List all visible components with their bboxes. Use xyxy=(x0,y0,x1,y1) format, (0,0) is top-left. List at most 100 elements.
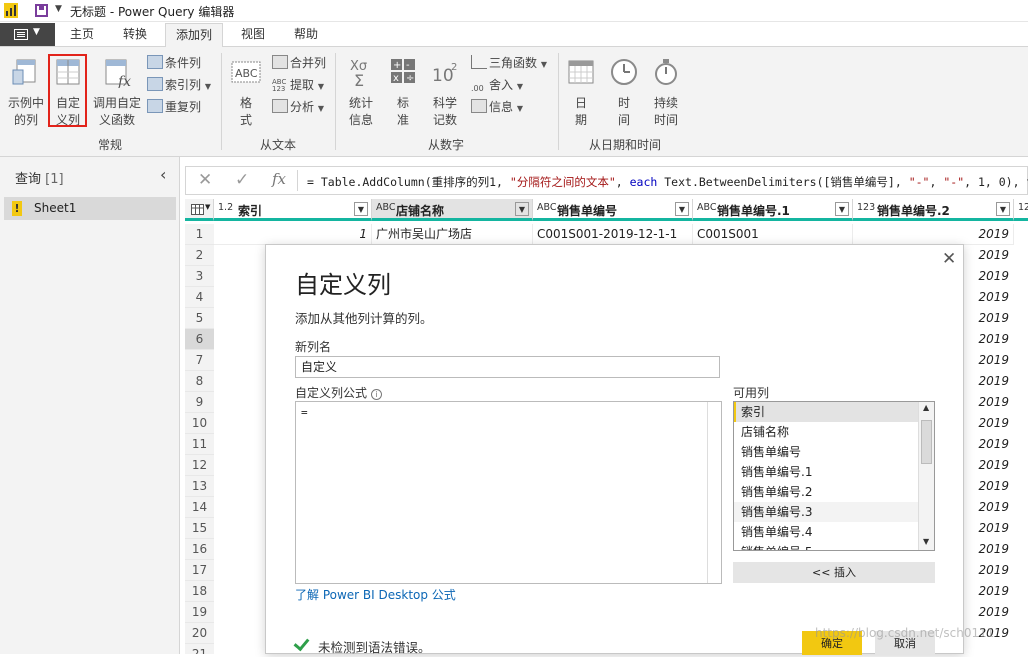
svg-text:+: + xyxy=(393,60,401,71)
tab-transform[interactable]: 转换 xyxy=(115,23,155,47)
row-number[interactable]: 7 xyxy=(185,350,214,371)
cancel-formula-icon[interactable]: ✕ xyxy=(198,170,212,190)
available-column-item[interactable]: 销售单编号.5 xyxy=(734,542,920,550)
available-column-item[interactable]: 店铺名称 xyxy=(734,422,920,442)
custom-formula-textarea[interactable]: = xyxy=(295,401,722,584)
row-number[interactable]: 5 xyxy=(185,308,214,329)
row-number[interactable]: 20 xyxy=(185,623,214,644)
rounding-button[interactable]: .00 舍入 ▼ xyxy=(471,75,523,95)
formula-text[interactable]: = Table.AddColumn(重排序的列1, "分隔符之间的文本", ea… xyxy=(307,174,1028,190)
scientific-button[interactable]: 10 2 科学 记数 xyxy=(426,56,464,129)
formula-scrollbar[interactable] xyxy=(707,402,721,583)
conditional-column-icon xyxy=(147,55,163,69)
row-number[interactable]: 6 xyxy=(185,329,214,350)
learn-formulas-link[interactable]: 了解 Power BI Desktop 公式 xyxy=(295,586,456,603)
time-button[interactable]: 时 间 xyxy=(606,56,642,129)
available-column-item[interactable]: 销售单编号.3 xyxy=(734,502,920,522)
available-columns-list: 索引店铺名称销售单编号销售单编号.1销售单编号.2销售单编号.3销售单编号.4销… xyxy=(733,401,935,551)
duration-button[interactable]: 持续 时间 xyxy=(647,56,685,129)
row-number[interactable]: 13 xyxy=(185,476,214,497)
row-number[interactable]: 11 xyxy=(185,434,214,455)
row-number[interactable]: 17 xyxy=(185,560,214,581)
quick-access-dropdown-icon[interactable]: ▼ xyxy=(55,4,62,14)
tab-add-column[interactable]: 添加列 xyxy=(165,23,223,48)
formula-label: 自定义列公式 i xyxy=(295,384,383,401)
cell-sale-no-1[interactable]: C001S001 xyxy=(693,224,853,245)
merge-columns-icon xyxy=(272,55,288,69)
extract-button[interactable]: ABC 123 提取 ▼ xyxy=(272,75,324,95)
custom-column-dialog: ✕ 自定义列 添加从其他列计算的列。 新列名 自定义 自定义列公式 i = 可用列… xyxy=(265,244,964,655)
confirm-formula-icon[interactable]: ✓ xyxy=(235,170,249,190)
column-from-examples-button[interactable]: 示例中 的列 xyxy=(4,56,48,129)
conditional-column-button[interactable]: 条件列 xyxy=(147,53,201,73)
column-header-sale-no[interactable]: ABC 销售单编号 ▼ xyxy=(533,199,693,221)
column-header-next[interactable]: 123 xyxy=(1014,199,1028,221)
available-column-item[interactable]: 索引 xyxy=(734,402,920,422)
invoke-custom-function-button[interactable]: fx 调用自定 义函数 xyxy=(90,56,144,129)
merge-columns-button[interactable]: 合并列 xyxy=(272,53,326,73)
row-number[interactable]: 19 xyxy=(185,602,214,623)
cell-sale-no[interactable]: C001S001-2019-12-1-1 xyxy=(533,224,693,245)
clock-icon xyxy=(611,59,637,85)
trigonometry-button[interactable]: 三角函数 ▼ xyxy=(471,53,547,73)
column-header-sale-no-1[interactable]: ABC 销售单编号.1 ▼ xyxy=(693,199,853,221)
query-item[interactable]: ! Sheet1 xyxy=(4,197,176,220)
collapse-pane-icon[interactable]: ‹ xyxy=(160,165,166,184)
scroll-thumb xyxy=(921,420,932,464)
new-column-name-input[interactable]: 自定义 xyxy=(295,356,720,378)
insert-button[interactable]: << 插入 xyxy=(733,562,935,583)
close-icon[interactable]: ✕ xyxy=(942,249,956,269)
tab-help[interactable]: 帮助 xyxy=(286,23,326,47)
scientific-icon: 102 xyxy=(432,62,457,86)
tab-home[interactable]: 主页 xyxy=(62,23,102,47)
save-icon[interactable] xyxy=(35,4,48,17)
svg-text:÷: ÷ xyxy=(406,73,414,84)
row-number[interactable]: 18 xyxy=(185,581,214,602)
tab-view[interactable]: 视图 xyxy=(233,23,273,47)
row-number[interactable]: 16 xyxy=(185,539,214,560)
row-number[interactable]: 21 xyxy=(185,644,214,654)
row-number[interactable]: 9 xyxy=(185,392,214,413)
row-number[interactable]: 8 xyxy=(185,371,214,392)
row-number[interactable]: 4 xyxy=(185,287,214,308)
row-number[interactable]: 1 xyxy=(185,224,214,245)
date-button[interactable]: 日 期 xyxy=(564,56,598,129)
standard-button[interactable]: + - x ÷ 标 准 xyxy=(386,56,420,129)
format-button[interactable]: ABC 格 式 xyxy=(227,56,265,129)
cell-index[interactable]: 1 xyxy=(214,224,372,245)
list-scrollbar[interactable]: ▲ ▼ xyxy=(918,402,934,550)
queries-pane: 查询 [1] ‹ ! Sheet1 xyxy=(0,157,180,654)
cell-store[interactable]: 广州市吴山广场店 xyxy=(372,224,533,245)
row-number[interactable]: 10 xyxy=(185,413,214,434)
svg-text:2: 2 xyxy=(451,62,457,73)
row-number[interactable]: 12 xyxy=(185,455,214,476)
column-header-store[interactable]: ABC 店铺名称 ▼ xyxy=(372,199,533,221)
fx-icon: fx xyxy=(272,170,287,188)
cell-sale-no-2[interactable]: 2019 xyxy=(853,224,1014,245)
available-column-item[interactable]: 销售单编号.2 xyxy=(734,482,920,502)
available-column-item[interactable]: 销售单编号 xyxy=(734,442,920,462)
information-button[interactable]: 信息 ▼ xyxy=(471,97,523,117)
file-icon xyxy=(14,29,28,40)
row-number[interactable]: 3 xyxy=(185,266,214,287)
syntax-status: 未检测到语法错误。 xyxy=(318,640,431,655)
invoke-function-icon: fx xyxy=(105,59,131,90)
power-bi-logo-icon xyxy=(4,3,18,18)
table-menu-button[interactable]: ▼ xyxy=(185,199,214,221)
available-column-item[interactable]: 销售单编号.1 xyxy=(734,462,920,482)
row-number[interactable]: 14 xyxy=(185,497,214,518)
row-number[interactable]: 2 xyxy=(185,245,214,266)
available-column-item[interactable]: 销售单编号.4 xyxy=(734,522,920,542)
column-header-index[interactable]: 1.2 索引 ▼ xyxy=(214,199,372,221)
parse-button[interactable]: 分析 ▼ xyxy=(272,97,324,117)
index-column-icon xyxy=(147,77,163,91)
formula-bar: ✕ ✓ fx = Table.AddColumn(重排序的列1, "分隔符之间的… xyxy=(185,166,1028,195)
file-menu-button[interactable]: ▼ xyxy=(0,23,55,46)
duplicate-column-icon xyxy=(147,99,163,113)
index-column-button[interactable]: 索引列 ▼ xyxy=(147,75,211,95)
duplicate-column-button[interactable]: 重复列 xyxy=(147,97,201,117)
group-label-from-text: 从文本 xyxy=(259,138,296,152)
statistics-button[interactable]: Xσ Σ 统计 信息 xyxy=(342,56,380,129)
row-number[interactable]: 15 xyxy=(185,518,214,539)
column-header-sale-no-2[interactable]: 123 销售单编号.2 ▼ xyxy=(853,199,1014,221)
